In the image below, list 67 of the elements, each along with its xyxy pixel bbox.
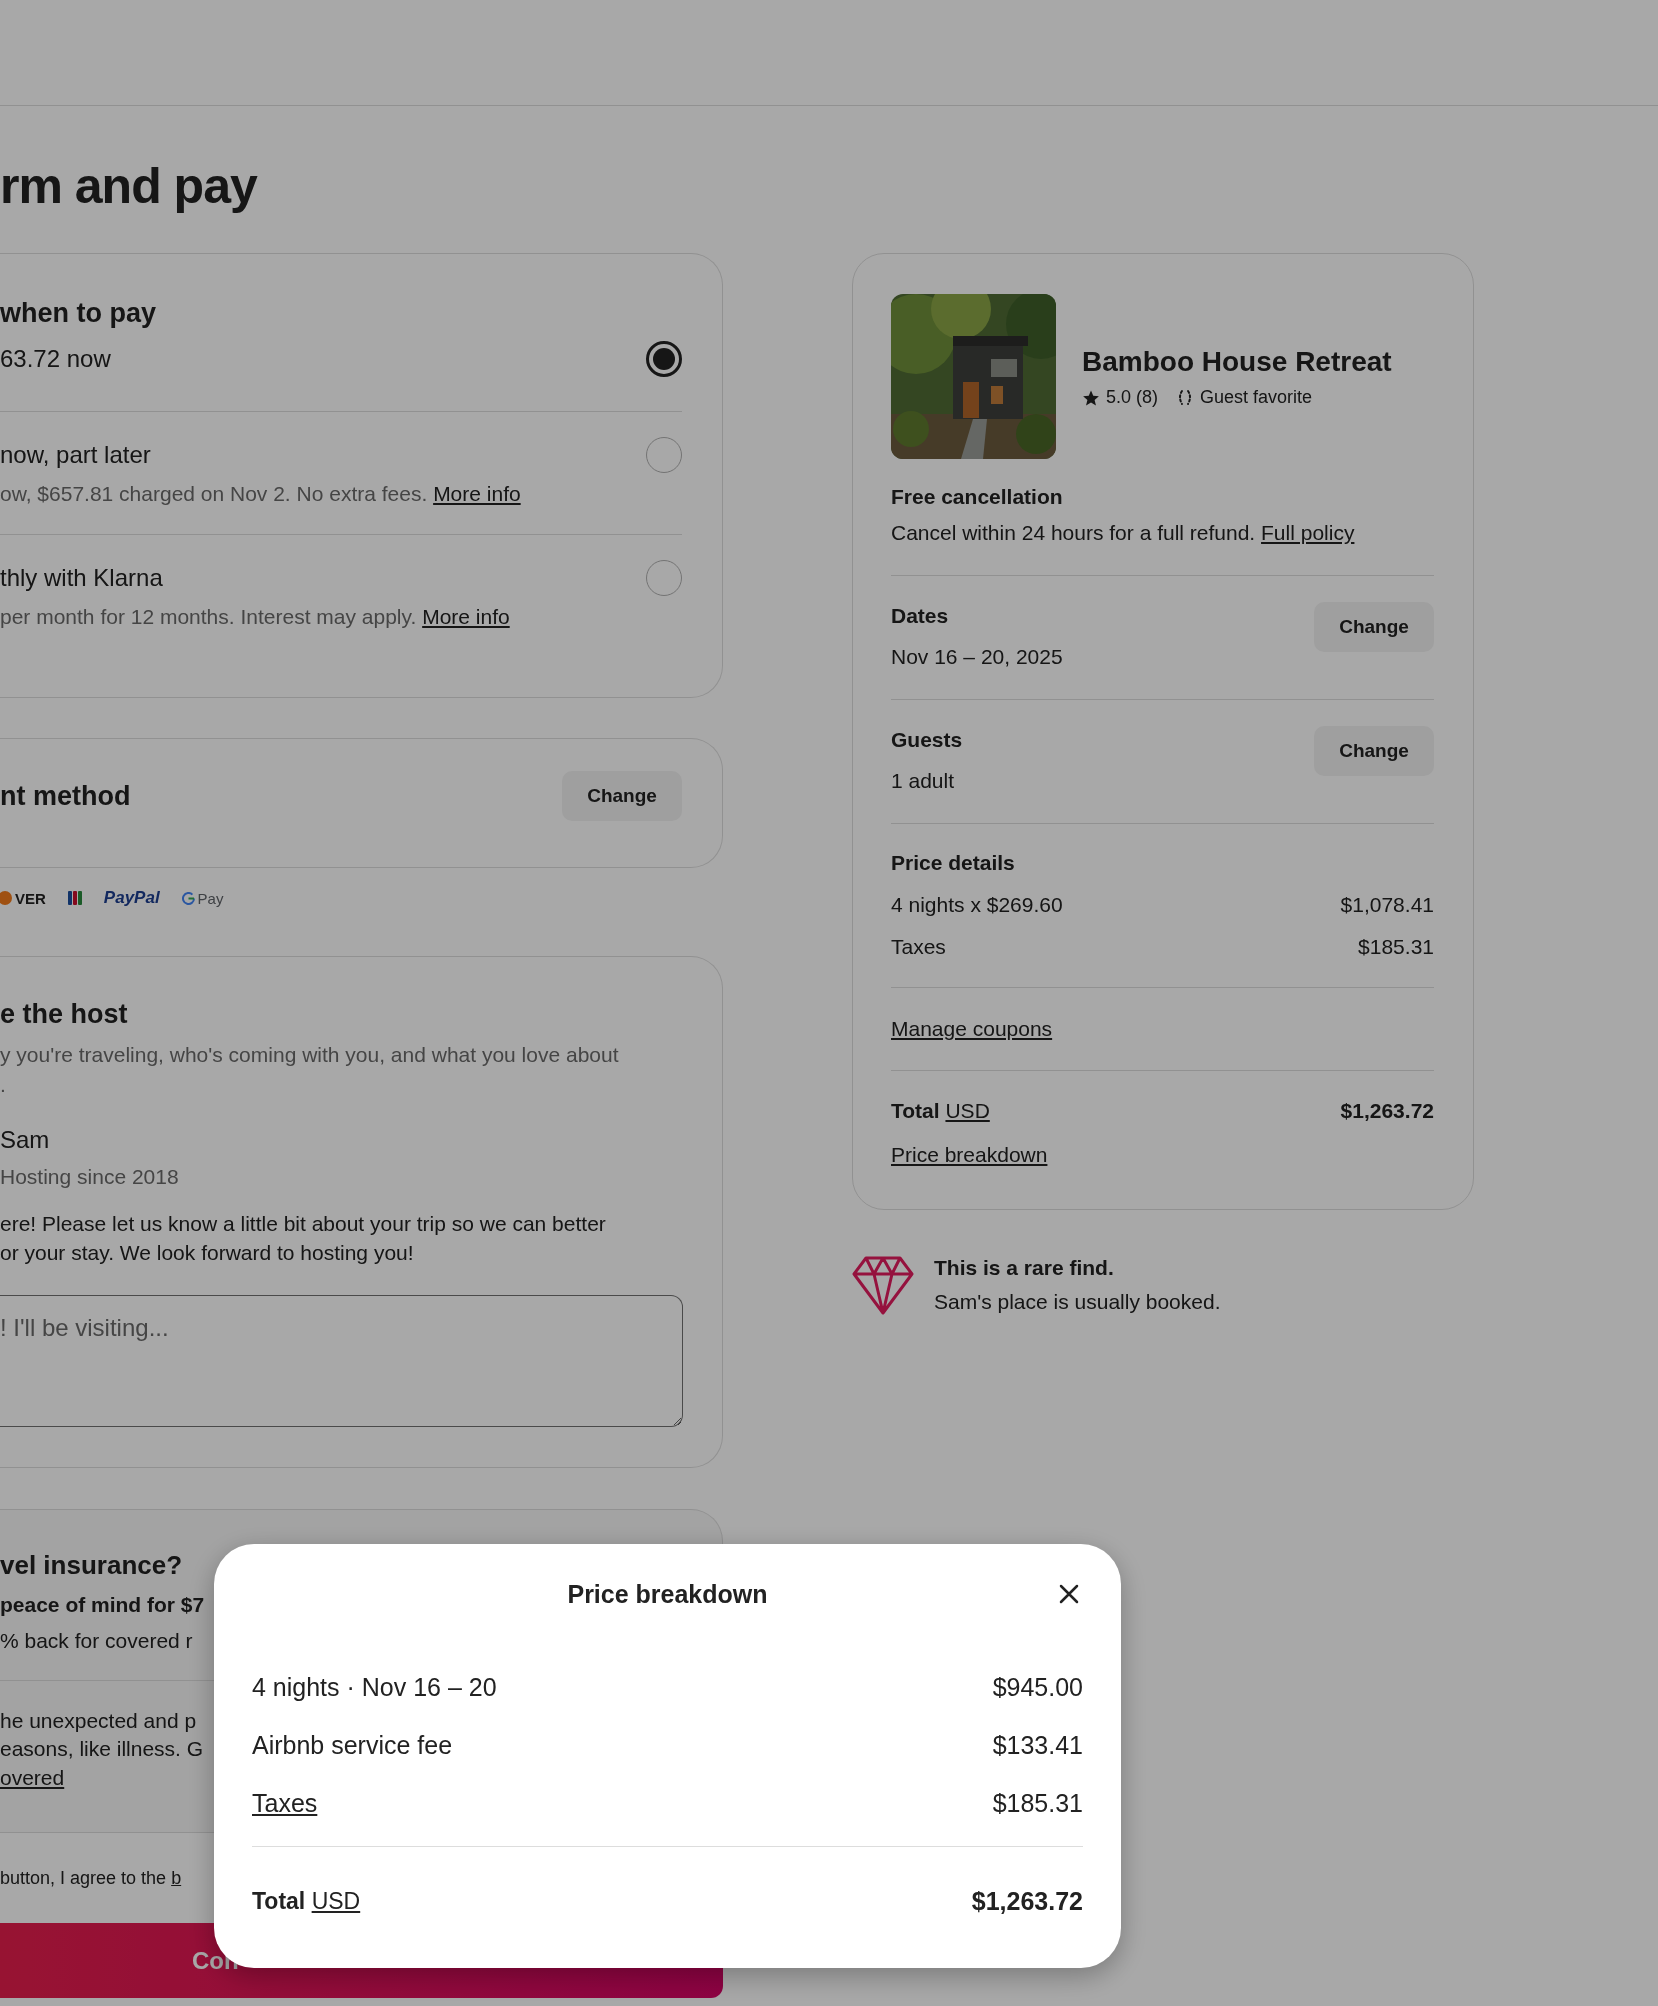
section-title: when to pay <box>0 297 157 330</box>
breakdown-amount: $185.31 <box>992 1788 1083 1819</box>
price-amount: $185.31 <box>1358 934 1434 960</box>
gpay-logo: Pay <box>181 889 224 907</box>
section-title: e the host <box>0 998 129 1031</box>
currency-link[interactable]: USD <box>311 1888 361 1914</box>
breakdown-label: 4 nights · Nov 16 – 20 <box>252 1672 497 1703</box>
insurance-description: easons, like illness. G <box>0 1736 204 1762</box>
breakdown-amount: $945.00 <box>992 1672 1083 1703</box>
section-title: vel insurance? <box>0 1549 183 1582</box>
message-field[interactable]: ! I'll be visiting... <box>0 1295 683 1427</box>
more-info-link[interactable]: More info <box>422 605 510 628</box>
price-amount: $1,078.41 <box>1340 892 1434 918</box>
host-message: or your stay. We look forward to hosting you! <box>0 1240 414 1266</box>
rare-find-text: Sam's place is usually booked. <box>934 1289 1221 1315</box>
option-detail: per month for 12 months. Interest may apply. More info <box>0 604 510 630</box>
change-button[interactable]: Change <box>1314 602 1434 652</box>
host-since: Hosting since 2018 <box>0 1164 179 1190</box>
section-subtitle: y you're traveling, who's coming with you, and what you love about <box>0 1042 619 1068</box>
total-label: Total USD <box>252 1887 361 1916</box>
price-label: 4 nights x $269.60 <box>891 892 1063 918</box>
breakdown-amount: $133.41 <box>992 1730 1083 1761</box>
coupons-link[interactable]: Manage coupons <box>891 1017 1053 1040</box>
terms-link[interactable]: b <box>171 1868 182 1888</box>
price-label: Taxes <box>891 934 946 960</box>
section-title: nt method <box>0 780 131 813</box>
rating: 5.0 (8) <box>1082 387 1159 408</box>
policy-link[interactable]: Full policy <box>1261 521 1355 544</box>
breakdown-label: Airbnb service fee <box>252 1730 453 1761</box>
option-title: 63.72 now <box>0 344 111 374</box>
rare-find-title: This is a rare find. <box>934 1255 1114 1281</box>
section-subtitle: . <box>0 1072 6 1098</box>
coverage-link[interactable]: overed <box>0 1766 65 1789</box>
card-logo <box>67 890 82 906</box>
more-info-link[interactable]: More info <box>433 482 521 505</box>
option-title: thly with Klarna <box>0 563 164 593</box>
change-button[interactable]: Change <box>1314 726 1434 776</box>
taxes-link[interactable]: Taxes <box>252 1786 318 1820</box>
detail-value: Nov 16 – 20, 2025 <box>891 644 1063 670</box>
option-title: now, part later <box>0 440 152 470</box>
paypal-logo: PayPal <box>103 888 160 908</box>
diamond-icon <box>852 1254 914 1316</box>
total-amount: $1,263.72 <box>971 1886 1083 1917</box>
detail-value: 1 adult <box>891 768 955 794</box>
insurance-refund: % back for covered r <box>0 1628 193 1654</box>
option-detail: ow, $657.81 charged on Nov 2. No extra fees. More info <box>0 481 521 507</box>
dialog-title: Price breakdown <box>567 1579 768 1609</box>
price-title: Price details <box>891 850 1016 876</box>
listing-name: Bamboo House Retreat <box>1082 345 1392 379</box>
host-name: Sam <box>0 1125 50 1155</box>
card-logo: VER <box>0 889 46 907</box>
host-message: ere! Please let us know a little bit about your trip so we can better <box>0 1211 606 1237</box>
agreement-text: button, I agree to the b <box>0 1867 182 1890</box>
total-label: Total USD <box>891 1098 990 1124</box>
insurance-description: he unexpected and p <box>0 1708 197 1734</box>
detail-label: Dates <box>891 603 950 629</box>
cancellation-text: Cancel within 24 hours for a full refund. Full policy <box>891 520 1355 546</box>
detail-label: Guests <box>891 727 963 753</box>
radio-button[interactable] <box>646 341 682 377</box>
guest-favorite-label: Guest favorite <box>1176 387 1313 408</box>
insurance-price: peace of mind for $7 <box>0 1592 205 1618</box>
cancellation-title: Free cancellation <box>891 484 1064 510</box>
currency-link[interactable]: USD <box>945 1099 990 1122</box>
change-button[interactable]: Change <box>562 771 682 821</box>
page-title: rm and pay <box>0 157 259 216</box>
price-breakdown-link[interactable]: Price breakdown <box>891 1143 1048 1166</box>
total-amount: $1,263.72 <box>1340 1098 1434 1124</box>
